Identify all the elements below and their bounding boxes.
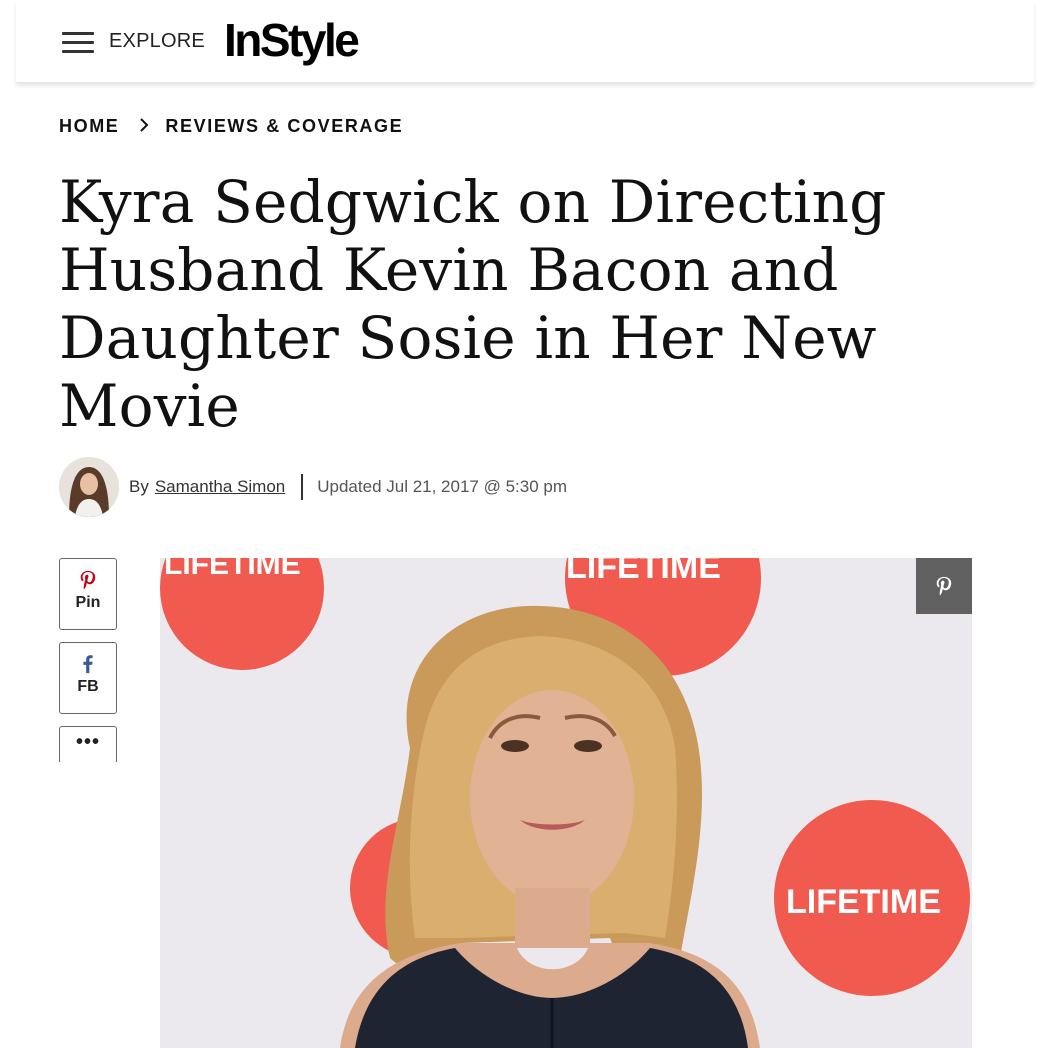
pin-label: Pin	[75, 594, 101, 611]
backdrop-logo-2: LIFETIME	[566, 558, 721, 586]
pinterest-icon	[80, 570, 96, 590]
hero-image: LIFETIME LIFETIME LIFETIME	[160, 558, 972, 1048]
byline: By Samantha Simon Updated Jul 21, 2017 @…	[59, 457, 567, 517]
image-pin-button[interactable]	[916, 558, 972, 614]
breadcrumb-section[interactable]: REVIEWS & COVERAGE	[165, 116, 403, 137]
author-link[interactable]: Samantha Simon	[155, 477, 285, 497]
backdrop-logo-1: LIFETIME	[164, 558, 301, 581]
author-avatar[interactable]	[59, 457, 119, 517]
more-share-button[interactable]: •••	[59, 726, 117, 762]
article-title: Kyra Sedgwick on Directing Husband Kevin…	[59, 168, 887, 440]
menu-icon[interactable]	[62, 32, 94, 54]
pin-share-button[interactable]: Pin	[59, 558, 117, 630]
byline-divider	[301, 474, 304, 500]
breadcrumb-home[interactable]: HOME	[59, 116, 119, 137]
facebook-icon	[83, 655, 93, 674]
pinterest-icon	[936, 576, 952, 596]
facebook-share-button[interactable]: FB	[59, 642, 117, 714]
backdrop-logo-3: LIFETIME	[786, 883, 941, 921]
fb-label: FB	[77, 678, 99, 695]
chevron-right-icon	[139, 116, 149, 137]
breadcrumb: HOME REVIEWS & COVERAGE	[59, 116, 403, 137]
site-header: EXPLORE InStyle	[16, 0, 1034, 83]
more-icon: •••	[75, 731, 100, 753]
updated-timestamp: Updated Jul 21, 2017 @ 5:30 pm	[317, 477, 568, 496]
explore-link[interactable]: EXPLORE	[109, 30, 205, 53]
byline-by: By	[129, 477, 149, 496]
instyle-logo[interactable]: InStyle	[224, 13, 360, 67]
